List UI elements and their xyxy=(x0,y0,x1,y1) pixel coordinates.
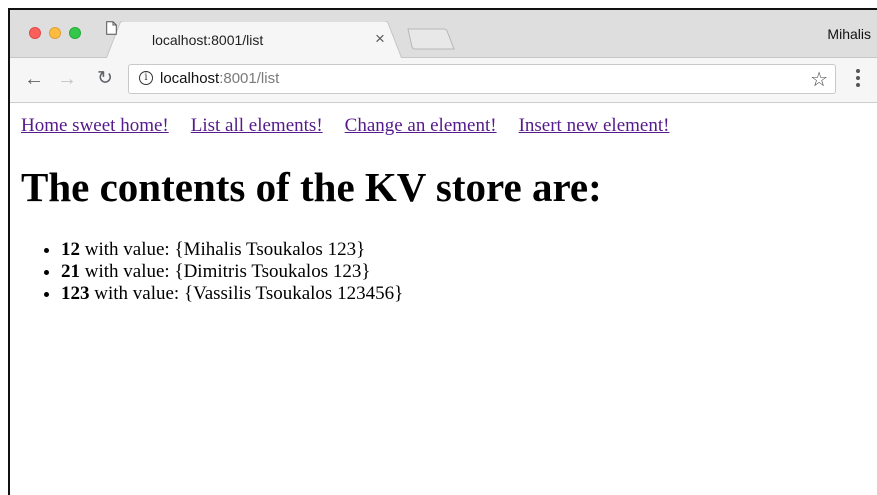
close-tab-icon[interactable]: × xyxy=(371,29,389,49)
more-vert-icon[interactable] xyxy=(850,67,866,91)
close-window-button[interactable] xyxy=(29,27,41,39)
star-icon[interactable]: ☆ xyxy=(810,67,828,92)
item-value: with value: {Vassilis Tsoukalos 123456} xyxy=(89,283,404,304)
url-path: :8001/list xyxy=(219,70,280,87)
toolbar: ← → ↻ i localhost:8001/list ☆ xyxy=(10,58,877,103)
list-item: 21 with value: {Dimitris Tsoukalos 123} xyxy=(61,261,403,283)
info-icon[interactable]: i xyxy=(139,71,153,85)
minimize-window-button[interactable] xyxy=(49,27,61,39)
page-content: Home sweet home! List all elements! Change… xyxy=(10,103,877,495)
tab-strip: localhost:8001/list × Mihalis xyxy=(10,10,877,59)
browser-window: localhost:8001/list × Mihalis ← → ↻ i lo… xyxy=(8,8,877,495)
reload-icon[interactable]: ↻ xyxy=(93,67,117,91)
tab-active[interactable]: localhost:8001/list × xyxy=(106,21,402,59)
link-change[interactable]: Change an element! xyxy=(345,115,497,136)
item-value: with value: {Dimitris Tsoukalos 123} xyxy=(80,261,371,282)
profile-name[interactable]: Mihalis xyxy=(827,26,871,42)
nav-links: Home sweet home! List all elements! Change… xyxy=(21,115,691,137)
link-home[interactable]: Home sweet home! xyxy=(21,115,169,136)
link-list[interactable]: List all elements! xyxy=(191,115,323,136)
forward-arrow-icon[interactable]: → xyxy=(55,67,79,91)
item-key: 123 xyxy=(61,283,90,304)
list-item: 123 with value: {Vassilis Tsoukalos 1234… xyxy=(61,283,403,305)
back-arrow-icon[interactable]: ← xyxy=(22,67,46,91)
url-host: localhost xyxy=(160,70,220,87)
zoom-window-button[interactable] xyxy=(69,27,81,39)
item-key: 21 xyxy=(61,261,80,282)
item-value: with value: {Mihalis Tsoukalos 123} xyxy=(80,239,366,260)
page-icon xyxy=(106,21,117,35)
address-bar[interactable]: i localhost:8001/list ☆ xyxy=(128,64,836,94)
link-insert[interactable]: Insert new element! xyxy=(519,115,670,136)
tab-title: localhost:8001/list xyxy=(152,32,264,48)
list-item: 12 with value: {Mihalis Tsoukalos 123} xyxy=(61,239,403,261)
new-tab-button[interactable] xyxy=(406,28,456,50)
kv-list: 12 with value: {Mihalis Tsoukalos 123} 2… xyxy=(10,239,403,305)
page-heading: The contents of the KV store are: xyxy=(21,164,602,210)
url-text[interactable]: localhost:8001/list xyxy=(160,70,279,87)
item-key: 12 xyxy=(61,239,80,260)
